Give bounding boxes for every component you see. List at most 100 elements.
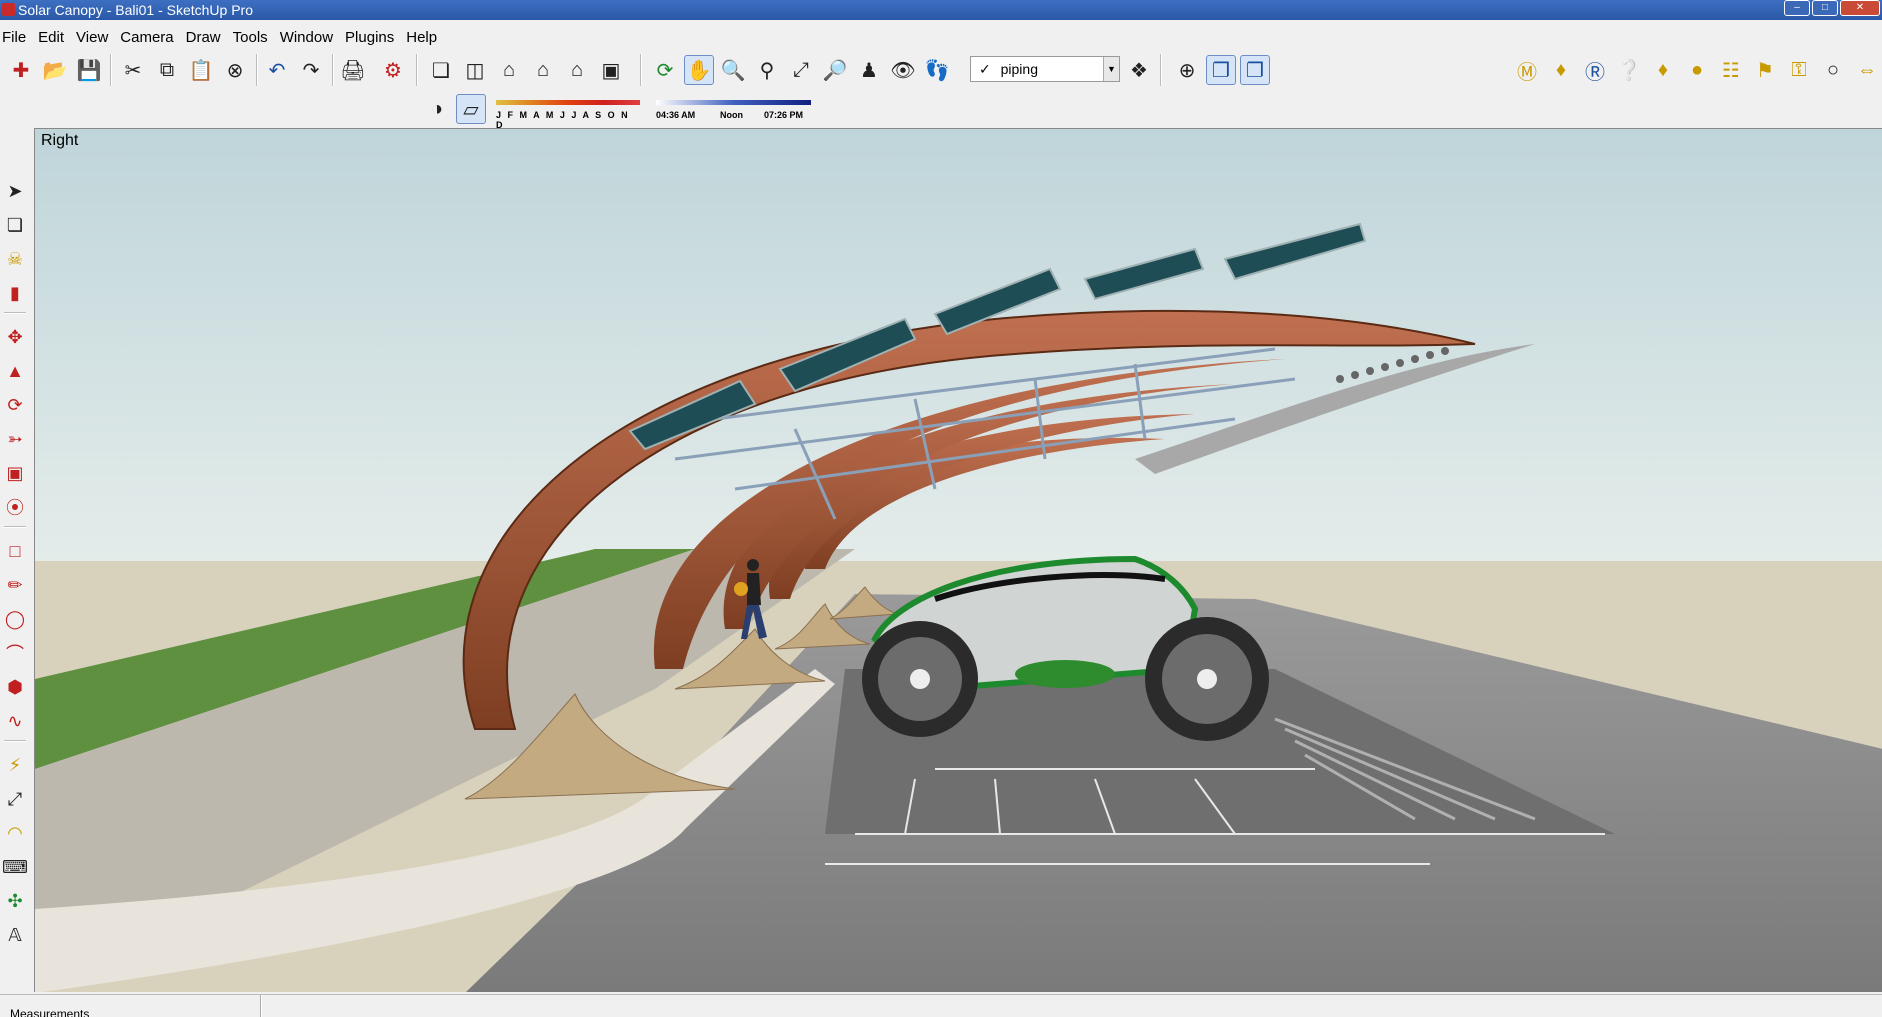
- plugin-circle-icon[interactable]: ○: [1818, 55, 1848, 85]
- right-view-icon[interactable]: ⌂: [528, 55, 558, 85]
- 3d-text-icon[interactable]: 𝔸: [2, 922, 28, 948]
- plugin-help-icon[interactable]: ❔: [1614, 55, 1644, 85]
- cut-icon[interactable]: ✂: [118, 55, 148, 85]
- new-file-icon[interactable]: ✚: [6, 55, 36, 85]
- paste-icon[interactable]: 📋: [186, 55, 216, 85]
- print-icon[interactable]: 🖨: [338, 55, 368, 85]
- dimension-tool-icon[interactable]: ⤢: [2, 786, 28, 812]
- status-bar: Measurements: [0, 994, 1882, 1017]
- minimize-button[interactable]: –: [1784, 0, 1810, 16]
- front-view-icon[interactable]: ⌂: [494, 55, 524, 85]
- menu-plugins[interactable]: Plugins: [341, 24, 402, 46]
- menu-camera[interactable]: Camera: [116, 24, 181, 46]
- axes-tool-icon[interactable]: ✣: [2, 888, 28, 914]
- toolbar-separator: [4, 740, 26, 742]
- menu-edit[interactable]: Edit: [34, 24, 72, 46]
- paint-bucket-icon[interactable]: ☠: [2, 246, 28, 272]
- chevron-down-icon[interactable]: ▼: [1103, 57, 1119, 81]
- window-controls: – □ ✕: [1784, 0, 1880, 16]
- layer-dropdown[interactable]: ✓ piping ▼: [970, 56, 1120, 82]
- model-viewport[interactable]: Right: [34, 128, 1882, 992]
- text-tool-icon[interactable]: ⌨: [2, 854, 28, 880]
- shadow-settings-icon[interactable]: ◑: [422, 94, 452, 124]
- toolbar-separator: [332, 54, 334, 86]
- rotate-tool-icon[interactable]: ⟳: [2, 392, 28, 418]
- plugin-label-icon[interactable]: ♦: [1648, 55, 1678, 85]
- protractor-icon[interactable]: ◠: [2, 820, 28, 846]
- open-folder-icon[interactable]: 📂: [40, 55, 70, 85]
- plugin-sphere-icon[interactable]: ●: [1682, 55, 1712, 85]
- close-button[interactable]: ✕: [1840, 0, 1880, 16]
- iso-view-icon[interactable]: ❏: [426, 55, 456, 85]
- menu-draw[interactable]: Draw: [182, 24, 229, 46]
- month-slider[interactable]: J F M A M J J A S O N D: [496, 96, 640, 130]
- orbit-icon[interactable]: ⟳: [650, 55, 680, 85]
- look-around-icon[interactable]: 👁: [888, 55, 918, 85]
- model-info-icon[interactable]: ⚙: [378, 55, 408, 85]
- display-section-planes-icon[interactable]: ❐: [1206, 55, 1236, 85]
- plugin-tag-icon[interactable]: ♦: [1546, 55, 1576, 85]
- scale-tool-icon[interactable]: ▣: [2, 460, 28, 486]
- menu-tools[interactable]: Tools: [229, 24, 276, 46]
- previous-view-icon[interactable]: 🔎: [820, 55, 850, 85]
- menu-help[interactable]: Help: [402, 24, 445, 46]
- menu-view[interactable]: View: [72, 24, 116, 46]
- time-slider-track: [656, 100, 811, 105]
- layer-manager-icon[interactable]: ❖: [1124, 55, 1154, 85]
- left-view-icon[interactable]: ▣: [596, 55, 626, 85]
- time-start-label: 04:36 AM: [656, 110, 696, 120]
- polygon-tool-icon[interactable]: ⬢: [2, 674, 28, 700]
- line-tool-icon[interactable]: ✏: [2, 572, 28, 598]
- month-slider-track: [496, 100, 640, 105]
- shadows-toolbar: ◑ ▱ J F M A M J J A S O N D 04:36 AM Noo…: [420, 92, 815, 130]
- save-icon[interactable]: 💾: [74, 55, 104, 85]
- sketchup-window: Solar Canopy - Bali01 - SketchUp Pro – □…: [0, 0, 1882, 1017]
- time-slider[interactable]: 04:36 AM Noon 07:26 PM: [656, 96, 811, 122]
- title-bar: Solar Canopy - Bali01 - SketchUp Pro – □…: [0, 0, 1882, 20]
- time-noon-label: Noon: [720, 110, 743, 120]
- freehand-tool-icon[interactable]: ∿: [2, 708, 28, 734]
- rectangle-tool-icon[interactable]: □: [2, 538, 28, 564]
- toolbar-separator: [256, 54, 258, 86]
- tape-measure-icon[interactable]: ⚡: [2, 752, 28, 778]
- toolbar-separator: [640, 54, 642, 86]
- undo-icon[interactable]: ↶: [262, 55, 292, 85]
- plugin-signal-icon[interactable]: ☷: [1716, 55, 1746, 85]
- follow-me-icon[interactable]: ➳: [2, 426, 28, 452]
- walk-icon[interactable]: 👣: [922, 55, 952, 85]
- toolbar-separator: [110, 54, 112, 86]
- back-view-icon[interactable]: ⌂: [562, 55, 592, 85]
- toolbar-separator: [416, 54, 418, 86]
- menu-file[interactable]: File: [0, 24, 34, 46]
- position-camera-icon[interactable]: ♟: [854, 55, 884, 85]
- zoom-extents-icon[interactable]: ⤢: [786, 55, 816, 85]
- top-view-icon[interactable]: ◫: [460, 55, 490, 85]
- zoom-icon[interactable]: 🔍: [718, 55, 748, 85]
- make-component-icon[interactable]: ❏: [2, 212, 28, 238]
- arc-tool-icon[interactable]: ⌒: [2, 640, 28, 666]
- month-labels: J F M A M J J A S O N D: [496, 110, 630, 130]
- display-shadows-icon[interactable]: ▱: [456, 94, 486, 124]
- zoom-window-icon[interactable]: ⚲: [752, 55, 782, 85]
- view-name-label: Right: [41, 132, 79, 149]
- section-plane-icon[interactable]: ⊕: [1172, 55, 1202, 85]
- circle-tool-icon[interactable]: ◯: [2, 606, 28, 632]
- copy-icon[interactable]: ⧉: [152, 55, 182, 85]
- plugin-arrows-icon[interactable]: ⇔: [1852, 55, 1882, 85]
- plugin-r-icon[interactable]: Ⓡ: [1580, 55, 1610, 85]
- maximize-button[interactable]: □: [1812, 0, 1838, 16]
- erase-icon[interactable]: ⊗: [220, 55, 250, 85]
- menu-window[interactable]: Window: [276, 24, 341, 46]
- check-icon: ✓: [979, 61, 991, 77]
- move-tool-icon[interactable]: ✥: [2, 324, 28, 350]
- select-tool-icon[interactable]: ➤: [2, 178, 28, 204]
- pan-icon[interactable]: ✋: [684, 55, 714, 85]
- plugin-flag-icon[interactable]: ⚑: [1750, 55, 1780, 85]
- display-section-cuts-icon[interactable]: ❐: [1240, 55, 1270, 85]
- plugin-key-icon[interactable]: ⚿: [1784, 55, 1814, 85]
- eraser-icon[interactable]: ▮: [2, 280, 28, 306]
- offset-tool-icon[interactable]: ⦿: [2, 494, 28, 520]
- plugin-m-icon[interactable]: Ⓜ: [1512, 55, 1542, 85]
- push-pull-icon[interactable]: ▲: [2, 358, 28, 384]
- redo-icon[interactable]: ↷: [296, 55, 326, 85]
